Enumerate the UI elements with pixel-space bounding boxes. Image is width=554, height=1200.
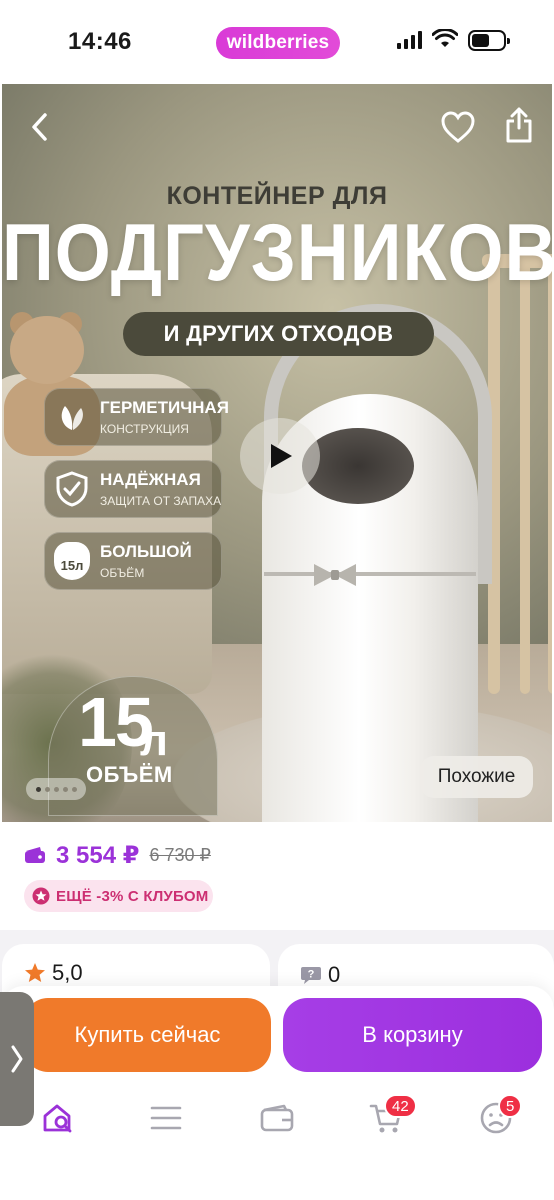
battery-icon	[468, 30, 510, 51]
back-button[interactable]	[28, 110, 52, 144]
hero-title: ПОДГУЗНИКОВ	[2, 208, 552, 298]
gallery-pagination	[26, 778, 86, 800]
feature-badge-volume: 15л БОЛЬШОЙ ОБЪЁМ	[44, 532, 222, 590]
home-search-icon	[43, 1104, 72, 1133]
hero-subtitle: И ДРУГИХ ОТХОДОВ	[123, 312, 434, 356]
questions: ? 0	[300, 962, 340, 988]
old-price: 6 730 ₽	[149, 844, 211, 865]
tab-home-search[interactable]	[38, 1098, 78, 1138]
favorite-button[interactable]	[440, 110, 476, 144]
question-bubble-icon: ?	[301, 967, 321, 984]
club-discount-badge[interactable]: ЕЩЁ -3% С КЛУБОМ	[24, 880, 213, 912]
questions-count: 0	[328, 962, 341, 987]
status-bar: 14:46 wildberries	[0, 0, 554, 84]
crib-illustration	[482, 254, 552, 694]
tab-wallet[interactable]	[257, 1098, 297, 1138]
chevron-right-icon	[11, 1045, 23, 1073]
product-gallery[interactable]: КОНТЕЙНЕР ДЛЯ ПОДГУЗНИКОВ И ДРУГИХ ОТХОД…	[2, 84, 552, 822]
rating-value: 5,0	[52, 960, 83, 985]
svg-text:?: ?	[308, 969, 315, 981]
buy-now-button[interactable]: Купить сейчас	[24, 998, 271, 1072]
menu-icon	[150, 1106, 182, 1130]
wifi-icon	[432, 29, 458, 47]
volume-unit: л	[140, 716, 168, 765]
share-icon	[506, 107, 532, 143]
play-video-button[interactable]	[240, 418, 320, 494]
heart-icon	[441, 111, 475, 143]
tab-catalog[interactable]	[146, 1098, 186, 1138]
play-icon	[271, 444, 292, 468]
current-price: 3 554 ₽	[56, 841, 140, 869]
cart-count-badge: 42	[384, 1094, 417, 1118]
bow-icon	[314, 564, 356, 586]
price-row: 3 554 ₽ 6 730 ₽	[24, 838, 211, 872]
star-icon	[25, 963, 45, 982]
wallet-icon	[25, 847, 45, 863]
feature-badge-odor: НАДЁЖНАЯ ЗАЩИТА ОТ ЗАПАХА	[44, 460, 222, 518]
wallet-icon	[260, 1104, 294, 1132]
feature-badge-sealed: ГЕРМЕТИЧНАЯ КОНСТРУКЦИЯ	[44, 388, 229, 446]
rating: 5,0	[24, 960, 83, 986]
cellular-signal-icon	[397, 31, 422, 49]
volume-label: ОБЪЁМ	[86, 762, 173, 787]
chevron-left-icon	[32, 113, 47, 141]
brand-pill[interactable]: wildberries	[216, 27, 340, 59]
club-star-icon	[32, 887, 50, 905]
status-time: 14:46	[68, 28, 132, 55]
share-button[interactable]	[504, 106, 534, 144]
leaves-icon	[52, 397, 92, 437]
similar-button[interactable]: Похожие	[420, 756, 533, 798]
shield-check-icon	[52, 469, 92, 509]
bag-15l-icon: 15л	[54, 542, 90, 580]
add-to-cart-button[interactable]: В корзину	[283, 998, 542, 1072]
teddy-bear-illustration	[10, 316, 84, 384]
